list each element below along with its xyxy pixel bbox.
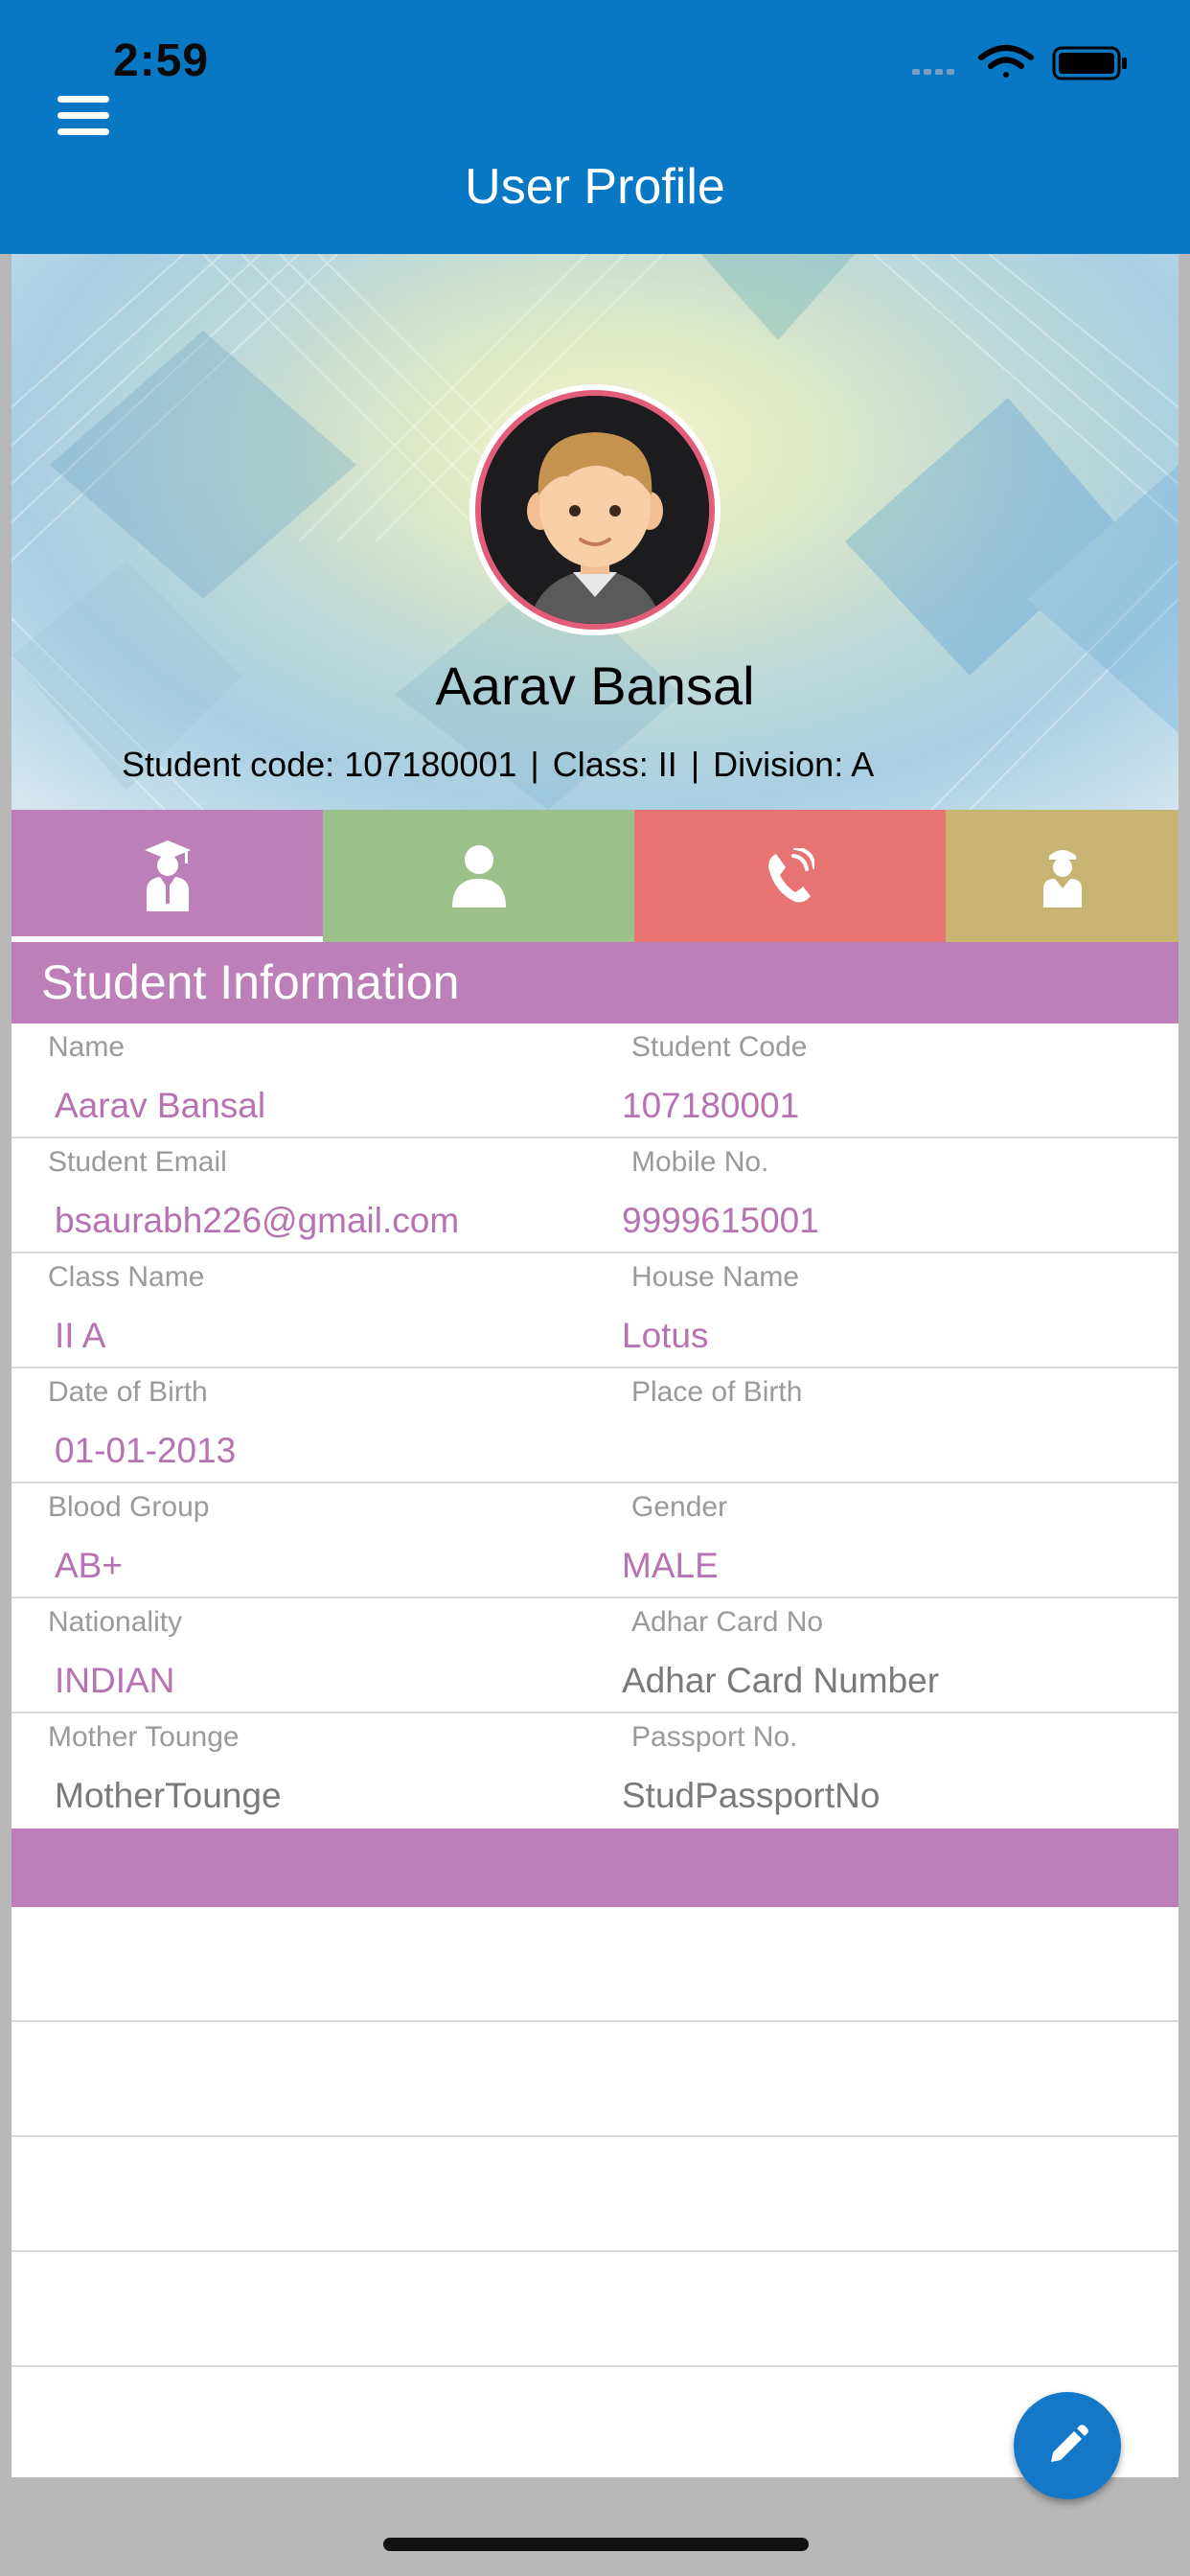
profile-tabs: [11, 810, 1179, 942]
field-label: Class Name: [48, 1261, 205, 1293]
field-value: II A: [55, 1316, 106, 1355]
field-value: 107180001: [622, 1086, 800, 1125]
boy-avatar-icon: [481, 396, 709, 624]
wifi-icon: [978, 45, 1034, 78]
app-header: 2:59 User Profile: [0, 0, 1190, 254]
tab-guardian[interactable]: [946, 810, 1179, 942]
hamburger-menu-icon[interactable]: [57, 96, 115, 144]
field-value: MALE: [622, 1546, 719, 1585]
section-footer-band: [11, 1828, 1179, 1907]
field-value: AB+: [55, 1546, 123, 1585]
status-icons: [903, 42, 1190, 84]
phone-icon: [767, 848, 814, 903]
profile-card: Aarav Bansal Student code: 107180001 | Cla…: [11, 254, 1179, 2477]
info-row: Blood Group AB+ Gender MALE: [11, 1484, 1179, 1598]
field-label: Date of Birth: [48, 1376, 208, 1408]
field-label: Student Code: [631, 1031, 808, 1063]
battery-icon: [1052, 46, 1127, 80]
field-label: House Name: [631, 1261, 800, 1293]
info-row: Mother Tounge MotherTounge Passport No. St…: [11, 1714, 1179, 1828]
field-value: Aarav Bansal: [55, 1086, 266, 1125]
field-value: bsaurabh226@gmail.com: [55, 1201, 460, 1240]
field-label: Gender: [631, 1491, 728, 1523]
field-value: MotherTounge: [55, 1776, 282, 1815]
profile-banner: Aarav Bansal Student code: 107180001 | Cla…: [11, 254, 1179, 810]
person-icon: [451, 845, 506, 908]
list-divider: [11, 2365, 1179, 2367]
student-name: Aarav Bansal: [435, 656, 755, 716]
field-label: Mother Tounge: [48, 1721, 240, 1753]
field-value: 01-01-2013: [55, 1431, 237, 1470]
field-label: Student Email: [48, 1146, 227, 1178]
field-value: INDIAN: [55, 1661, 175, 1700]
tab-contact[interactable]: [634, 810, 946, 942]
info-row: Name Aarav Bansal Student Code 107180001: [11, 1024, 1179, 1138]
list-divider: [11, 2135, 1179, 2137]
list-divider: [11, 2020, 1179, 2022]
status-time: 2:59: [113, 35, 210, 86]
info-row: Student Email bsaurabh226@gmail.com Mobil…: [11, 1138, 1179, 1254]
info-row: Date of Birth 01-01-2013 Place of Birth: [11, 1368, 1179, 1484]
info-row: Nationality INDIAN Adhar Card No Adhar Car…: [11, 1598, 1179, 1714]
home-indicator[interactable]: [383, 2538, 809, 2551]
edit-button[interactable]: [1014, 2392, 1121, 2499]
info-row: Class Name II A House Name Lotus: [11, 1254, 1179, 1368]
field-label: Passport No.: [631, 1721, 798, 1753]
graduate-icon: [144, 840, 191, 911]
guardian-icon: [1042, 850, 1082, 908]
page-title: User Profile: [465, 159, 725, 215]
field-value: 9999615001: [622, 1201, 819, 1240]
section-title: Student Information: [11, 942, 1179, 1024]
student-meta: Student code: 107180001 | Class: II | Divisi…: [122, 745, 875, 784]
tab-student-info[interactable]: [11, 810, 323, 942]
field-label: Blood Group: [48, 1491, 210, 1523]
list-divider: [11, 2250, 1179, 2252]
field-label: Mobile No.: [631, 1146, 769, 1178]
signal-icon: [912, 69, 954, 75]
avatar: [469, 384, 721, 635]
field-value: Lotus: [622, 1316, 709, 1355]
field-label: Nationality: [48, 1606, 183, 1638]
field-label: Place of Birth: [631, 1376, 803, 1408]
field-label: Name: [48, 1031, 126, 1063]
field-value: Adhar Card Number: [622, 1661, 940, 1700]
pencil-icon: [1051, 2425, 1088, 2462]
tab-personal[interactable]: [323, 810, 634, 942]
field-value: StudPassportNo: [622, 1776, 881, 1815]
field-label: Adhar Card No: [631, 1606, 824, 1638]
